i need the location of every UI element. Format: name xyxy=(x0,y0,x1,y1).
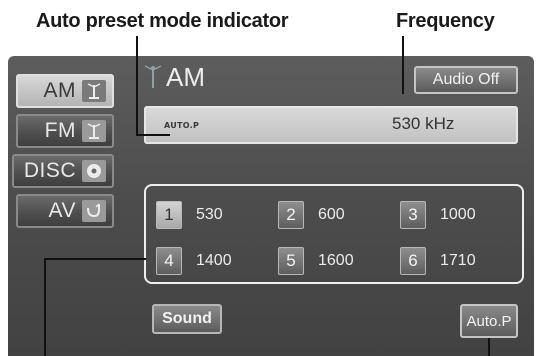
preset-number: 5 xyxy=(278,247,304,275)
preset-leader-line xyxy=(44,258,146,260)
preset-frequency: 600 xyxy=(318,206,345,223)
preset-group: 1 530 2 600 3 1000 4 1400 5 1600 6 1710 xyxy=(144,184,524,284)
preset-frequency: 1710 xyxy=(440,252,476,269)
source-label-am: AM xyxy=(43,79,76,102)
antenna-icon xyxy=(82,120,106,142)
preset-number: 1 xyxy=(156,201,182,229)
source-button-av[interactable]: AV xyxy=(16,194,114,228)
preset-button-4[interactable]: 4 1400 xyxy=(156,244,270,278)
preset-frequency: 1600 xyxy=(318,252,354,269)
audio-off-button[interactable]: Audio Off xyxy=(414,66,518,94)
antenna-icon xyxy=(142,64,164,95)
preset-number: 4 xyxy=(156,247,182,275)
preset-frequency: 1000 xyxy=(440,206,476,223)
auto-p-leader-line xyxy=(488,338,490,356)
auto-preset-mode-callout-label: Auto preset mode indicator xyxy=(36,10,289,32)
manual-figure: Auto preset mode indicator Frequency AM … xyxy=(0,0,537,356)
auto-preset-mode-indicator: AUTO.P xyxy=(164,121,200,130)
audio-screen: AM FM DISC AV AM Audio Off AUTO.P 530 kH… xyxy=(8,56,534,356)
preset-button-3[interactable]: 3 1000 xyxy=(400,198,514,232)
preset-leader-line xyxy=(44,258,46,356)
preset-number: 6 xyxy=(400,247,426,275)
frequency-leader-line xyxy=(402,36,404,94)
av-input-icon xyxy=(82,200,106,222)
source-button-disc[interactable]: DISC xyxy=(12,154,114,188)
frequency-callout-label: Frequency xyxy=(396,10,495,32)
disc-icon xyxy=(82,160,106,182)
antenna-icon xyxy=(82,80,106,102)
sound-button[interactable]: Sound xyxy=(152,304,222,334)
auto-mode-leader-line xyxy=(136,36,138,136)
station-info-bar: AUTO.P 530 kHz xyxy=(144,106,518,144)
source-label-av: AV xyxy=(48,199,76,222)
preset-frequency: 530 xyxy=(196,206,223,223)
source-button-fm[interactable]: FM xyxy=(16,114,114,148)
preset-button-2[interactable]: 2 600 xyxy=(278,198,392,232)
preset-number: 3 xyxy=(400,201,426,229)
source-label-fm: FM xyxy=(44,119,76,142)
preset-frequency: 1400 xyxy=(196,252,232,269)
screen-title: AM xyxy=(166,62,205,92)
source-label-disc: DISC xyxy=(23,159,76,182)
preset-number: 2 xyxy=(278,201,304,229)
auto-p-button[interactable]: Auto.P xyxy=(460,304,518,338)
preset-button-5[interactable]: 5 1600 xyxy=(278,244,392,278)
preset-button-6[interactable]: 6 1710 xyxy=(400,244,514,278)
source-button-am[interactable]: AM xyxy=(16,74,114,108)
preset-button-1[interactable]: 1 530 xyxy=(156,198,270,232)
auto-mode-leader-line xyxy=(136,134,170,136)
frequency-readout: 530 kHz xyxy=(392,114,455,133)
